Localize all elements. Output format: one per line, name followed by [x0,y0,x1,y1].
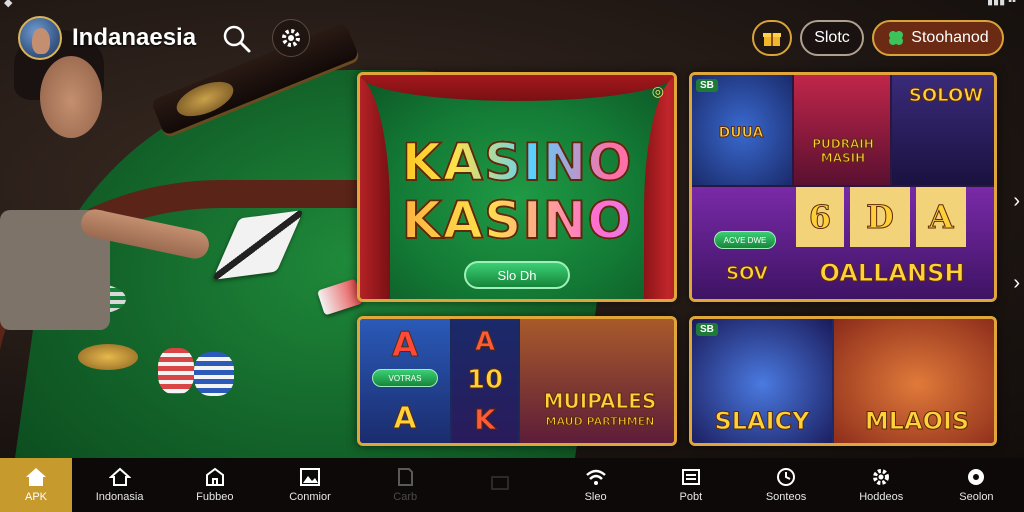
reel-symbol: A [391,325,419,366]
wifi-icon [585,467,607,487]
gift-button[interactable] [752,20,792,56]
slot-title: SLAICY [714,407,810,436]
slot-panel-label: DUUA [718,125,764,142]
slot-panel: SB DUUA [692,75,792,185]
chip-stack [78,344,138,370]
nav-label: Sleo [584,491,607,503]
slots-button[interactable]: Slotc [800,20,864,56]
bottom-nav: APK Indonasia Fubbeo Conmior Carb Sleo P… [0,458,1024,512]
nav-item-hoddeos[interactable]: Hoddeos [834,458,929,512]
chip-stack [194,352,234,396]
card-icon [394,467,416,487]
slot-mini-button[interactable]: ACVE DWE [714,231,776,249]
reel-symbol: D [850,187,910,247]
slot-reel-column: A 10 K [452,319,518,443]
slot-title: MLAOIS [864,407,970,436]
slot-subtitle: MAUD PARTHMEN [545,415,655,429]
chip-stack [158,348,194,394]
search-icon [223,25,251,53]
nav-item-sonteos[interactable]: Sonteos [738,458,833,512]
nav-label: Pobt [679,491,703,503]
nav-item-indonasia[interactable]: Indonasia [72,458,167,512]
gear-icon [870,467,892,487]
status-bar-icons: ▮▮▮ ▪▪ [986,0,1016,7]
settings-button[interactable] [272,19,310,57]
nav-item-apk[interactable]: APK [0,458,72,512]
slot-game-tile[interactable]: SB SLAICY MLAOIS [689,316,997,446]
slot-panel-label: SOLOW [908,85,984,107]
nav-item-box[interactable] [453,458,548,512]
top-header: ◆ ▮▮▮ ▪▪ Indanaesia Slotc Stoohanod [0,0,1024,76]
slot-panel-label: SOV [726,263,769,285]
nav-label: Seolon [959,491,994,503]
brand-title: Indanaesia [72,24,197,51]
nav-label: Sonteos [765,491,807,503]
reel-symbol: A [474,327,496,358]
featured-game-tile[interactable]: ◎ KASINO KASINO Slo Dh [357,72,677,302]
building-icon [204,467,226,487]
reel-symbol: K [474,403,497,437]
slot-character-panel: MLAOIS [834,319,994,443]
reel-symbol: A [916,187,966,247]
slot-badge: SB [696,79,718,92]
nav-item-pobt[interactable]: Pobt [643,458,738,512]
nav-item-fubbeo[interactable]: Fubbeo [167,458,262,512]
store-label: Stoohanod [911,29,989,46]
search-button[interactable] [220,22,254,56]
reel-symbol: 6 [796,187,844,247]
reel-symbol: A [393,401,417,437]
nav-item-seolon[interactable]: Seolon [929,458,1024,512]
play-button[interactable]: Slo Dh [464,261,570,289]
slot-character-panel: MUIPALES MAUD PARTHMEN [520,319,674,443]
slot-panel: SOLOW [892,75,994,185]
image-icon [299,467,321,487]
slot-badge: SB [696,323,718,336]
home-icon [25,467,47,487]
slot-character-panel: SB SLAICY [692,319,832,443]
box-icon [489,473,511,493]
slot-game-tile[interactable]: A VOTRAS A A 10 K MUIPALES MAUD PARTHMEN [357,316,677,446]
nav-item-conmior[interactable]: Conmior [262,458,357,512]
clover-icon [889,31,904,45]
nav-item-sleo[interactable]: Sleo [548,458,643,512]
curtain-top [360,75,674,101]
nav-label: Conmior [289,491,331,503]
slot-title: MUIPALES [543,389,657,414]
gear-icon [282,29,300,47]
slot-game-tile[interactable]: SB DUUA PUDRAIH MASIH SOLOW ACVE DWE 6 D… [689,72,997,302]
circle-icon [965,467,987,487]
reel-symbol: 10 [466,365,504,396]
chevron-right-icon[interactable]: › [1013,190,1020,213]
nav-label: APK [24,491,47,503]
slot-reels: ACVE DWE 6 D A SOV OALLANSH [692,187,994,299]
game-title-line-2: KASINO [360,190,674,252]
slot-panel: PUDRAIH MASIH [794,75,890,185]
slot-reel-column: A VOTRAS A [360,319,450,443]
avatar[interactable] [18,16,62,60]
signal-icon: ◆ [4,0,13,9]
gift-icon [763,33,781,46]
clock-icon [775,467,797,487]
info-icon[interactable]: ◎ [652,83,664,100]
slot-title: OALLANSH [819,259,965,288]
nav-label: Hoddeos [859,491,904,503]
list-icon [680,467,702,487]
nav-item-carb[interactable]: Carb [358,458,453,512]
house-icon [108,467,131,487]
store-button[interactable]: Stoohanod [872,20,1004,56]
slot-mini-button[interactable]: VOTRAS [372,369,438,387]
nav-label: Fubbeo [196,491,234,503]
slot-panel-label: PUDRAIH MASIH [812,137,875,166]
game-title-line-1: KASINO [360,132,674,194]
nav-label: Carb [393,491,418,503]
nav-label: Indonasia [95,491,144,503]
chevron-right-icon[interactable]: › [1013,272,1020,295]
